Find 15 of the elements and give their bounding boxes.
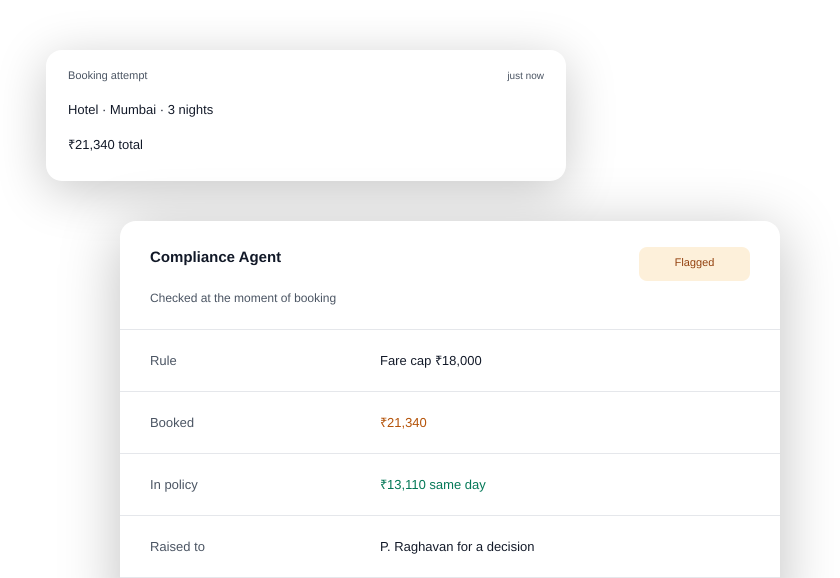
row-value: ₹21,340 [380, 414, 427, 432]
row-value: Fare cap ₹18,000 [380, 352, 482, 370]
row-label: Booked [150, 414, 196, 432]
row-label: Raised to [150, 538, 206, 556]
row-value: P. Raghavan for a decision [380, 538, 534, 556]
card-title: Compliance Agent [150, 248, 282, 268]
row-label: Rule [150, 352, 178, 370]
row-label: In policy [150, 476, 199, 494]
booking-total: ₹21,340 total [68, 136, 144, 154]
card-subtitle: Checked at the moment of booking [150, 290, 336, 307]
booking-summary: Hotel · Mumbai · 3 nights [68, 100, 214, 119]
status-badge: Flagged [639, 246, 750, 280]
row-value: ₹13,110 same day [380, 476, 486, 494]
timestamp: just now [507, 70, 544, 84]
card-label: Booking attempt [68, 69, 148, 84]
